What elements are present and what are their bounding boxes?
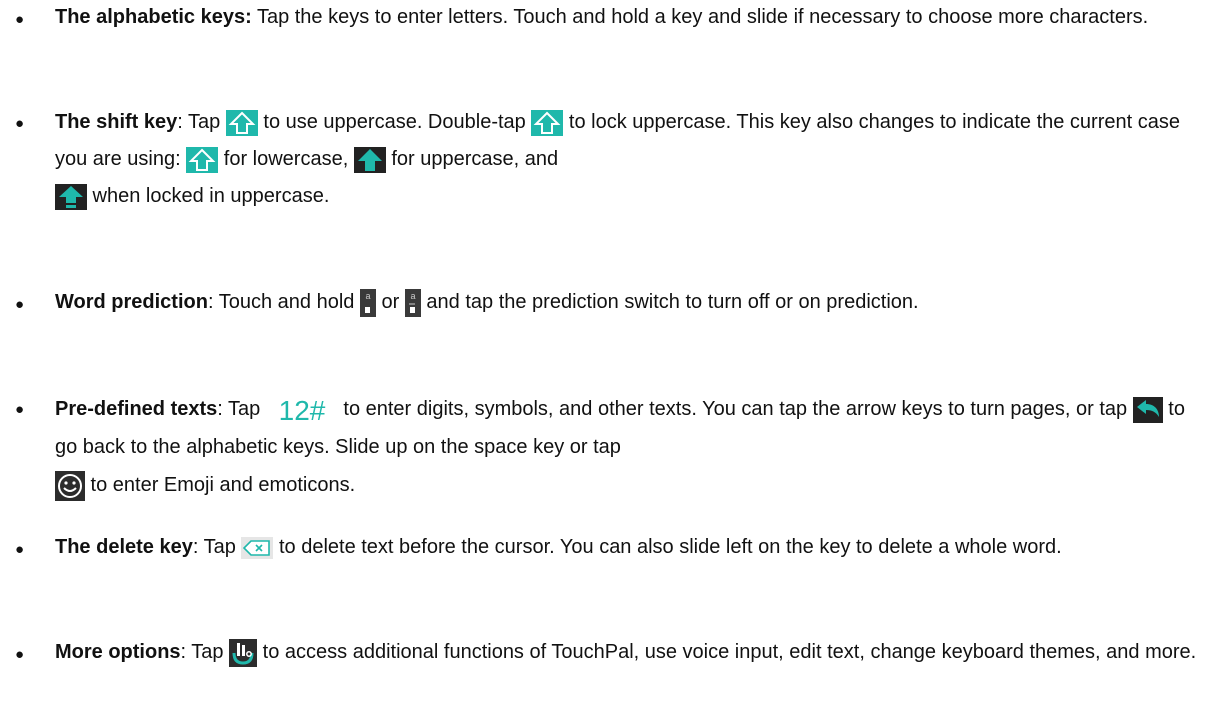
emoji-icon xyxy=(55,470,85,501)
bullet: ● xyxy=(15,401,25,418)
bullet: ● xyxy=(15,115,25,132)
item-title: The alphabetic keys: xyxy=(55,6,252,28)
item-text-part: Tap the keys to enter letters. Touch and… xyxy=(251,6,1149,28)
item-text: Pre-defined texts: Tap 12# to enter digi… xyxy=(55,390,1200,504)
item-text: More options: Tap to access additional f… xyxy=(55,635,1200,669)
digits-key-label: 12# xyxy=(278,395,325,425)
item-text-part: : Touch and hold xyxy=(207,291,360,313)
item-text-part: : Tap xyxy=(192,536,242,558)
help-document: ● The alphabetic keys: Tap the keys to e… xyxy=(0,0,1210,727)
item-text-part: and tap the prediction switch to turn of… xyxy=(420,291,919,313)
bullet: ● xyxy=(15,646,25,663)
touchpal-menu-icon xyxy=(229,638,258,667)
item-text-part: : Tap xyxy=(177,111,226,133)
shift-filled-icon xyxy=(353,146,386,173)
item-text-part: : Tap xyxy=(217,398,266,420)
shift-outline-icon xyxy=(225,109,258,136)
shift-locked-icon xyxy=(55,183,87,210)
item-text: The delete key: Tap to delete text befor… xyxy=(55,530,1200,564)
item-title: More options xyxy=(55,641,181,663)
item-text-part: for lowercase, xyxy=(218,148,354,170)
item-text-part: to delete text before the cursor. You ca… xyxy=(273,536,1062,558)
shift-outline-icon xyxy=(531,109,564,136)
key-letter: a xyxy=(365,291,370,301)
item-title: The delete key xyxy=(55,536,193,558)
digits-key-icon: 12# xyxy=(265,394,338,425)
bullet: ● xyxy=(15,541,25,558)
bullet: ● xyxy=(15,11,25,28)
prediction-key-icon: a xyxy=(359,288,376,317)
item-text: The shift key: Tap to use uppercase. Dou… xyxy=(55,104,1200,215)
prediction-key-icon: a xyxy=(404,288,421,317)
item-title: The shift key xyxy=(55,111,178,133)
bullet: ● xyxy=(15,296,25,313)
item-text-part: to access additional functions of TouchP… xyxy=(257,641,1197,663)
item-text-part: : Tap xyxy=(180,641,230,663)
item-text-part: to enter digits, symbols, and other text… xyxy=(337,398,1133,420)
item-text: Word prediction: Touch and hold a or a a… xyxy=(55,285,1200,319)
item-title: Pre-defined texts xyxy=(55,398,218,420)
shift-outline-icon xyxy=(186,146,219,173)
delete-key-icon xyxy=(241,536,274,559)
item-text-part: to enter Emoji and emoticons. xyxy=(85,474,356,496)
back-arrow-icon xyxy=(1132,396,1163,423)
item-text-part: for uppercase, and xyxy=(385,148,559,170)
item-text-part: to use uppercase. Double-tap xyxy=(257,111,532,133)
key-letter: a xyxy=(410,291,415,301)
item-text-part: when locked in uppercase. xyxy=(87,185,330,207)
item-text-part: or xyxy=(375,291,405,313)
item-title: Word prediction xyxy=(55,291,208,313)
item-text: The alphabetic keys: Tap the keys to ent… xyxy=(55,0,1200,34)
